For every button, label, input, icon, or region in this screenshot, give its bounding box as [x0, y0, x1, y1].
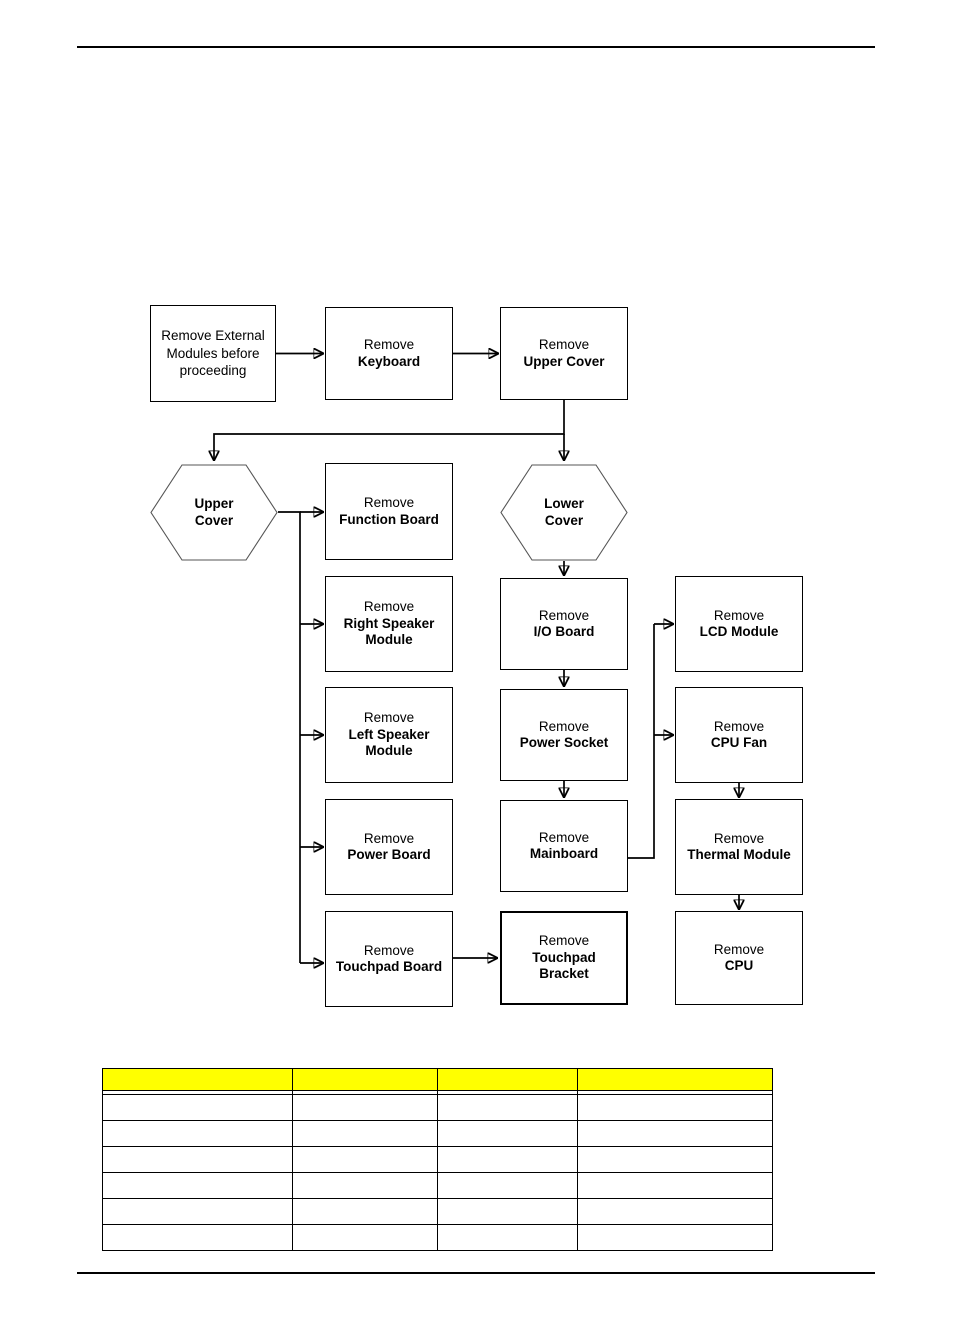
node-remove-external-modules[interactable]: Remove External Modules before proceedin… [150, 305, 276, 402]
node-verb: Remove [538, 933, 590, 949]
table-row [102, 1224, 773, 1251]
table-cell [437, 1146, 578, 1173]
table-row [102, 1146, 773, 1173]
table-cell [437, 1094, 578, 1121]
table-header-row [102, 1068, 773, 1091]
node-lower-cover-marker[interactable]: Lower Cover [500, 464, 628, 561]
node-verb: Remove [713, 718, 765, 734]
node-subject: Power Socket [519, 735, 609, 750]
table-cell [292, 1094, 438, 1121]
node-remove-keyboard[interactable]: Remove Keyboard [325, 307, 453, 400]
table-cell [102, 1120, 293, 1147]
node-subject: LCD Module [699, 624, 779, 639]
node-subject: Touchpad Bracket [532, 949, 596, 982]
table-row [102, 1094, 773, 1121]
node-remove-right-speaker-module[interactable]: Remove Right Speaker Module [325, 576, 453, 672]
table-header-cell [577, 1068, 773, 1091]
node-verb: Remove [363, 942, 415, 958]
table-row [102, 1198, 773, 1225]
node-remove-cpu-fan[interactable]: Remove CPU Fan [675, 687, 803, 783]
node-remove-power-socket[interactable]: Remove Power Socket [500, 689, 628, 781]
node-subject: Touchpad Board [335, 959, 443, 974]
node-remove-thermal-module[interactable]: Remove Thermal Module [675, 799, 803, 895]
node-label: Remove External Modules before proceedin… [161, 327, 265, 379]
table-cell [292, 1172, 438, 1199]
node-verb: Remove [538, 829, 590, 845]
table-cell [437, 1198, 578, 1225]
table-cell [292, 1224, 438, 1251]
node-subject: Function Board [339, 511, 439, 527]
node-subject: Left Speaker Module [348, 726, 430, 759]
table-cell [102, 1224, 293, 1251]
table-cell [577, 1120, 773, 1147]
node-remove-touchpad-bracket[interactable]: Remove Touchpad Bracket [500, 911, 628, 1005]
table-cell [437, 1224, 578, 1251]
node-upper-cover-marker[interactable]: Upper Cover [150, 464, 278, 561]
node-subject: Upper Cover [523, 353, 605, 369]
table-cell [437, 1120, 578, 1147]
page-canvas: Remove External Modules before proceedin… [0, 0, 954, 1336]
node-verb: Remove [713, 830, 765, 846]
table-cell [292, 1198, 438, 1225]
table-cell [437, 1172, 578, 1199]
node-verb: Remove [713, 607, 765, 623]
node-remove-function-board[interactable]: Remove Function Board [325, 463, 453, 560]
table-body [102, 1094, 773, 1251]
node-subject: CPU Fan [710, 735, 768, 750]
node-remove-upper-cover[interactable]: Remove Upper Cover [500, 307, 628, 400]
node-verb: Remove [538, 607, 590, 623]
node-subject: Thermal Module [687, 847, 791, 862]
spec-table [102, 1068, 773, 1251]
node-remove-mainboard[interactable]: Remove Mainboard [500, 800, 628, 892]
node-subject: Right Speaker Module [343, 615, 435, 648]
table-cell [102, 1172, 293, 1199]
table-cell [577, 1094, 773, 1121]
table-cell [102, 1146, 293, 1173]
table-cell [577, 1198, 773, 1225]
table-cell [577, 1172, 773, 1199]
node-verb: Remove [363, 495, 415, 511]
table-cell [102, 1198, 293, 1225]
node-verb: Remove [363, 599, 415, 615]
node-label: Lower Cover [544, 496, 584, 528]
node-verb: Remove [538, 718, 590, 734]
node-subject: Power Board [347, 847, 431, 862]
node-remove-touchpad-board[interactable]: Remove Touchpad Board [325, 911, 453, 1007]
table-row [102, 1172, 773, 1199]
table-cell [292, 1146, 438, 1173]
table-header-cell [102, 1068, 293, 1091]
node-label: Upper Cover [194, 496, 234, 528]
node-remove-left-speaker-module[interactable]: Remove Left Speaker Module [325, 687, 453, 783]
node-verb: Remove [363, 830, 415, 846]
node-verb: Remove [363, 710, 415, 726]
node-remove-io-board[interactable]: Remove I/O Board [500, 578, 628, 670]
node-verb: Remove [538, 337, 590, 353]
node-remove-cpu[interactable]: Remove CPU [675, 911, 803, 1005]
node-remove-lcd-module[interactable]: Remove LCD Module [675, 576, 803, 672]
table-row [102, 1120, 773, 1147]
node-subject: Keyboard [357, 353, 421, 369]
node-verb: Remove [713, 941, 765, 957]
footer-rule [77, 1272, 875, 1274]
table-head [102, 1068, 773, 1095]
table-header-cell [292, 1068, 438, 1091]
node-verb: Remove [363, 337, 415, 353]
node-remove-power-board[interactable]: Remove Power Board [325, 799, 453, 895]
node-subject: I/O Board [533, 624, 595, 639]
table-header-cell [437, 1068, 578, 1091]
table-cell [577, 1146, 773, 1173]
node-subject: Mainboard [529, 846, 599, 861]
node-subject: CPU [724, 958, 754, 973]
table-cell [577, 1224, 773, 1251]
table-cell [102, 1094, 293, 1121]
table-cell [292, 1120, 438, 1147]
